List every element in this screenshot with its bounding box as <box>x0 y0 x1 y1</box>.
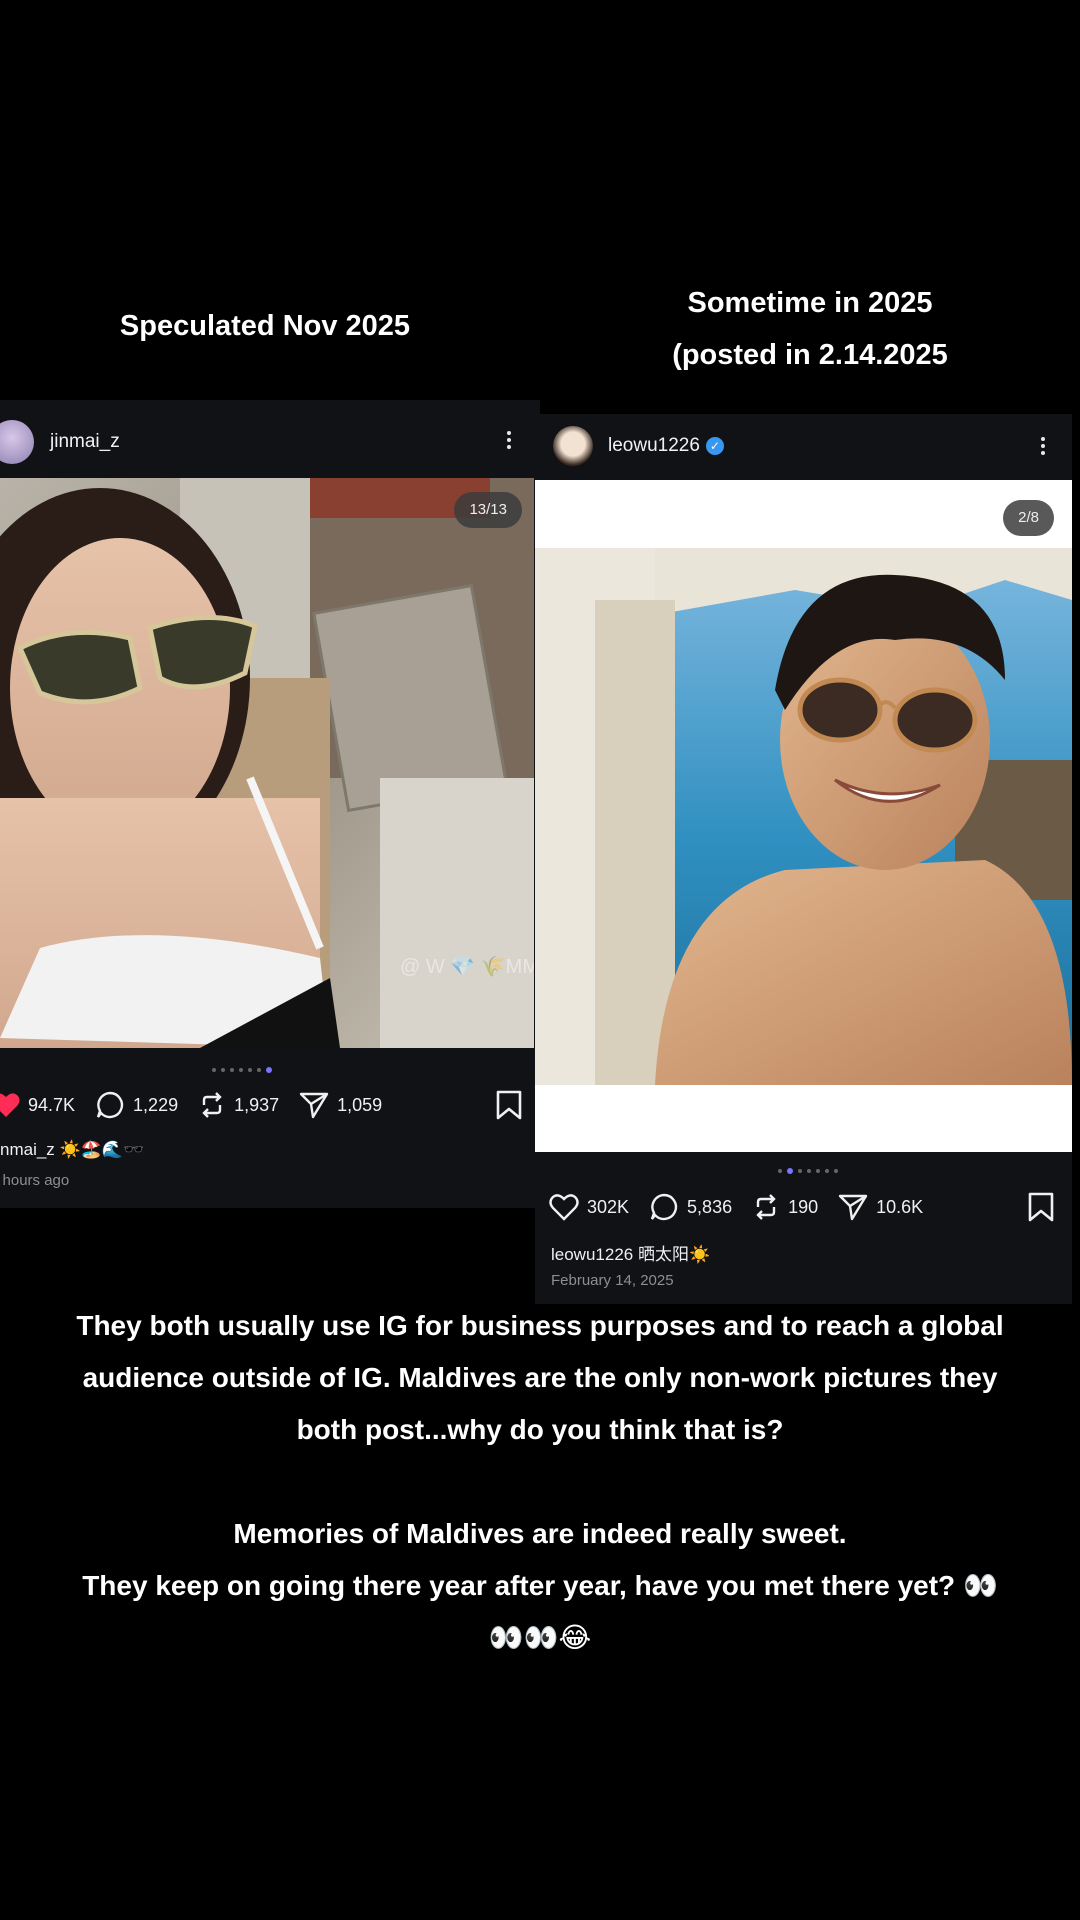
left-post-photo[interactable]: @ W 💎 🌾MM 13/13 <box>0 478 534 1048</box>
comment-icon <box>650 1193 678 1221</box>
right-post-card: leowu1226 ✓ 2/8 302K 5,836 190 10.6K leo… <box>535 414 1072 1304</box>
left-image-counter: 13/13 <box>454 492 522 528</box>
right-avatar[interactable] <box>553 426 593 466</box>
commentary-paragraph-2: Memories of Maldives are indeed really s… <box>40 1508 1040 1664</box>
right-photo-image <box>535 548 1072 1085</box>
commentary-line: Memories of Maldives are indeed really s… <box>233 1518 847 1549</box>
right-bookmark-icon[interactable] <box>1028 1192 1054 1222</box>
left-bookmark-icon[interactable] <box>496 1090 522 1120</box>
left-actions: 94.7K 1,229 1,937 1,059 <box>0 1090 402 1120</box>
left-post-time: 2 hours ago <box>0 1172 70 1189</box>
left-carousel-dots <box>212 1067 272 1073</box>
commentary-paragraph-1: They both usually use IG for business pu… <box>40 1300 1040 1456</box>
right-shares-count: 10.6K <box>876 1196 924 1217</box>
send-icon <box>299 1092 329 1119</box>
right-repost-button[interactable]: 190 <box>752 1193 818 1221</box>
right-share-button[interactable]: 10.6K <box>838 1193 923 1221</box>
right-username[interactable]: leowu1226 ✓ <box>608 435 724 457</box>
left-more-icon[interactable] <box>506 428 512 452</box>
right-image-counter: 2/8 <box>1003 500 1054 536</box>
right-comments-count: 5,836 <box>687 1196 733 1217</box>
left-likes-count: 94.7K <box>28 1094 76 1115</box>
left-share-button[interactable]: 1,059 <box>299 1091 382 1119</box>
right-more-icon[interactable] <box>1040 434 1046 458</box>
right-likes-count: 302K <box>587 1196 630 1217</box>
commentary-line: They both usually use IG for business pu… <box>76 1310 1004 1341</box>
left-photo-image: @ W 💎 🌾MM <box>0 478 534 1048</box>
comment-icon <box>96 1091 124 1119</box>
heart-outline-icon <box>549 1194 579 1221</box>
repost-icon <box>202 1092 222 1118</box>
left-caption: Speculated Nov 2025 <box>119 310 411 342</box>
right-reposts-count: 190 <box>788 1196 819 1217</box>
left-repost-button[interactable]: 1,937 <box>198 1091 279 1119</box>
left-post-caption: nmai_z ☀️🏖️🌊🕶️ <box>0 1140 145 1159</box>
right-comment-button[interactable]: 5,836 <box>649 1192 732 1222</box>
left-reposts-count: 1,937 <box>234 1094 280 1115</box>
heart-filled-icon <box>0 1093 20 1117</box>
left-avatar[interactable] <box>0 420 34 464</box>
left-comments-count: 1,229 <box>133 1094 179 1115</box>
right-caption-line-1: Sometime in 2025 <box>687 287 933 319</box>
right-post-time: February 14, 2025 <box>551 1272 674 1289</box>
commentary-line: They keep on going there year after year… <box>82 1570 998 1601</box>
right-like-button[interactable]: 302K <box>549 1193 629 1221</box>
right-post-photo[interactable]: 2/8 <box>535 480 1072 1152</box>
right-caption-line-2: (posted in 2.14.2025 <box>672 339 948 371</box>
verified-badge-icon: ✓ <box>705 436 724 455</box>
right-username-text: leowu1226 <box>608 435 700 456</box>
right-carousel-dots <box>778 1168 838 1174</box>
left-post-header: jinmai_z <box>0 400 540 478</box>
right-caption: Sometime in 2025 (posted in 2.14.2025 <box>560 277 1060 381</box>
left-username[interactable]: jinmai_z <box>50 431 120 453</box>
commentary-line: both post...why do you think that is? <box>296 1414 784 1445</box>
commentary-line: audience outside of IG. Maldives are the… <box>82 1362 998 1393</box>
svg-text:@ W 💎 🌾MM: @ W 💎 🌾MM <box>400 955 534 978</box>
left-post-card: jinmai_z @ W 💎 🌾MM 13/13 94.7K 1,229 1,9… <box>0 400 540 1208</box>
left-comment-button[interactable]: 1,229 <box>95 1090 178 1120</box>
send-icon <box>838 1194 868 1221</box>
left-shares-count: 1,059 <box>337 1094 383 1115</box>
right-post-caption: leowu1226 晒太阳☀️ <box>551 1245 711 1264</box>
commentary-line: 👀👀😂 <box>488 1622 592 1653</box>
repost-icon <box>756 1194 776 1220</box>
left-like-button[interactable]: 94.7K <box>0 1092 75 1118</box>
right-actions: 302K 5,836 190 10.6K <box>549 1192 943 1222</box>
